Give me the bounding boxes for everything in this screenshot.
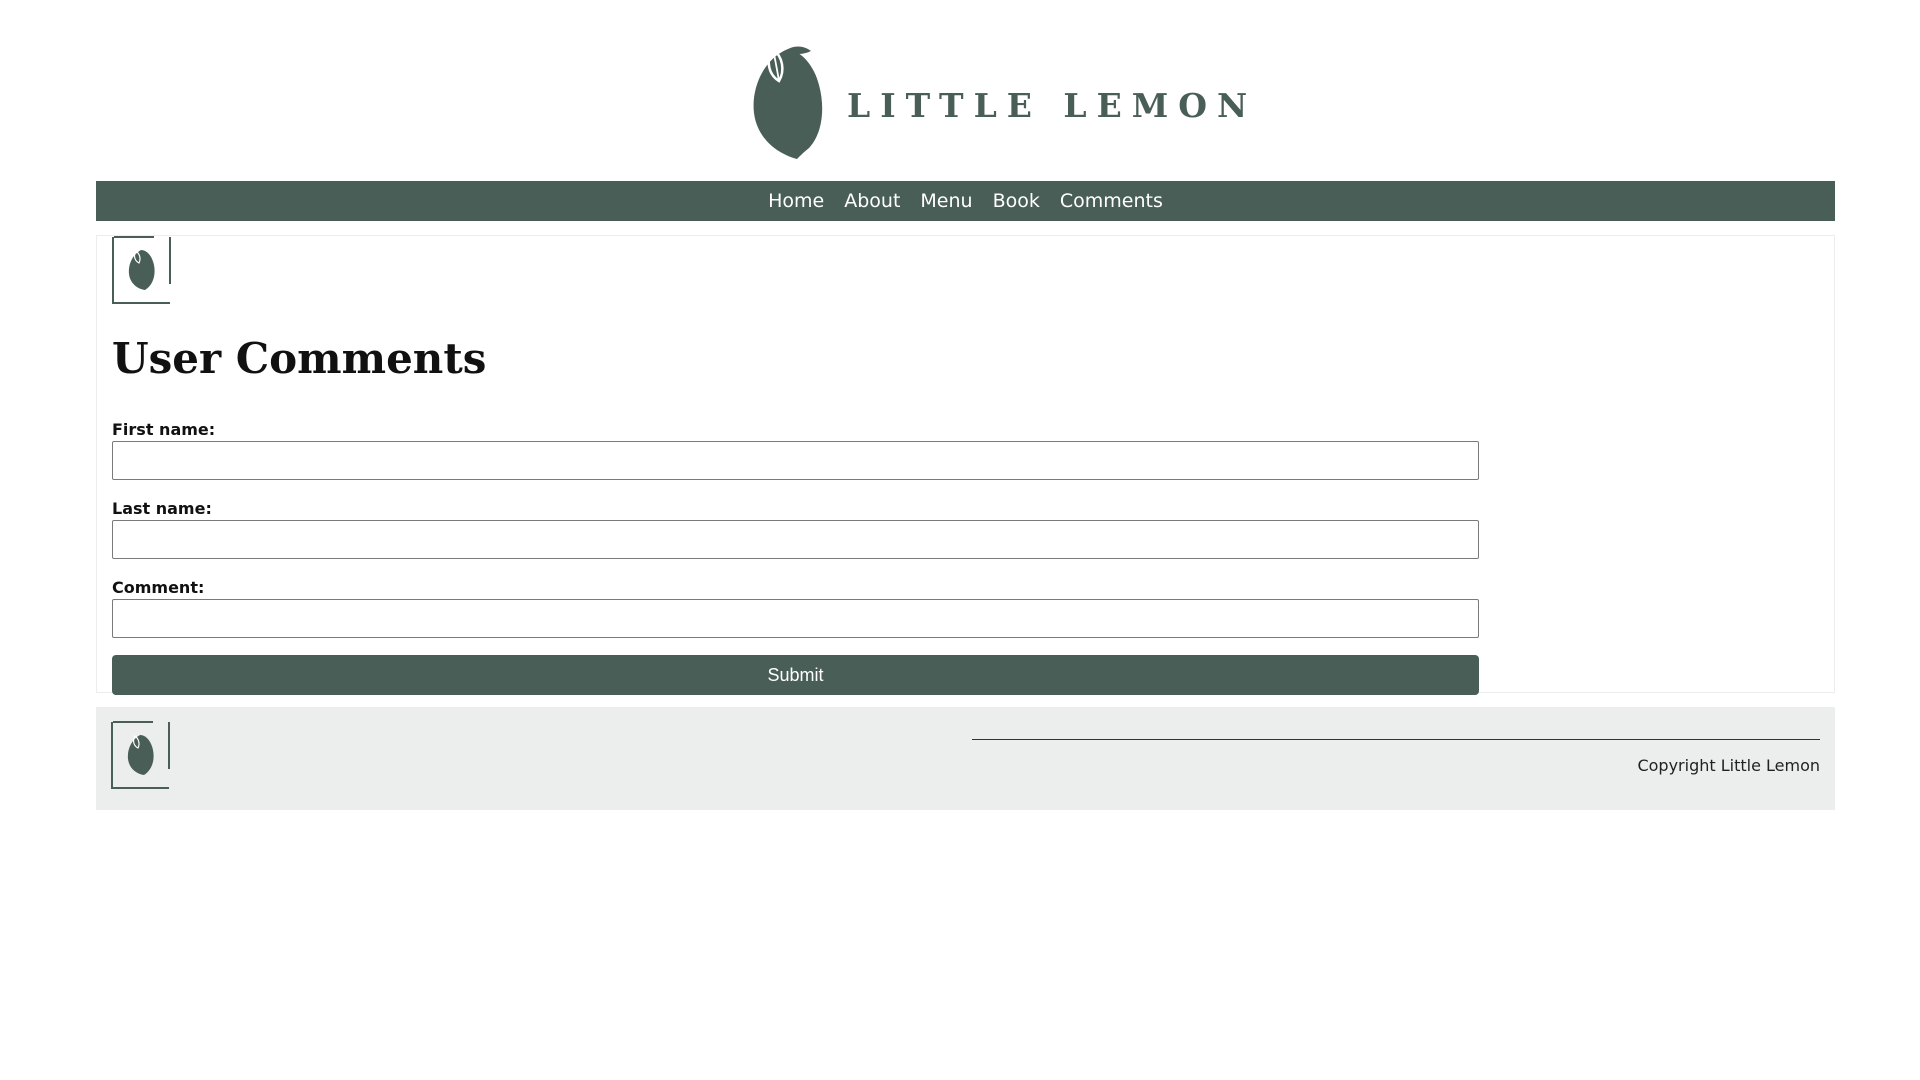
main-nav: Home About Menu Book Comments [96,181,1835,221]
nav-item-about[interactable]: About [834,190,910,212]
copyright-text: Copyright Little Lemon [1637,756,1820,775]
nav-item-book[interactable]: Book [983,190,1050,212]
first-name-label: First name: [112,420,216,439]
page-title: User Comments [112,334,487,383]
footer-divider [972,739,1820,740]
comment-form: First name: Last name: Comment: Submit [112,419,1479,695]
site-footer: Copyright Little Lemon [96,707,1835,810]
lemon-icon [128,250,155,290]
last-name-field[interactable] [112,520,1479,559]
first-name-field[interactable] [112,441,1479,480]
nav-item-home[interactable]: Home [758,190,834,212]
main-content: User Comments First name: Last name: Com… [96,235,1835,695]
lemon-icon [127,735,154,775]
nav-item-comments[interactable]: Comments [1050,190,1173,212]
footer-lemon-badge [111,721,170,789]
submit-button[interactable]: Submit [112,655,1479,695]
comment-label: Comment: [112,578,205,597]
lemon-icon [753,46,823,159]
brand-name: LITTLE LEMON [847,85,1258,125]
nav-item-menu[interactable]: Menu [910,190,982,212]
lemon-badge [112,236,171,304]
comment-field[interactable] [112,599,1479,638]
last-name-label: Last name: [112,499,212,518]
site-header: LITTLE LEMON [0,0,1920,181]
brand-logo-link[interactable]: LITTLE LEMON [751,41,1257,161]
